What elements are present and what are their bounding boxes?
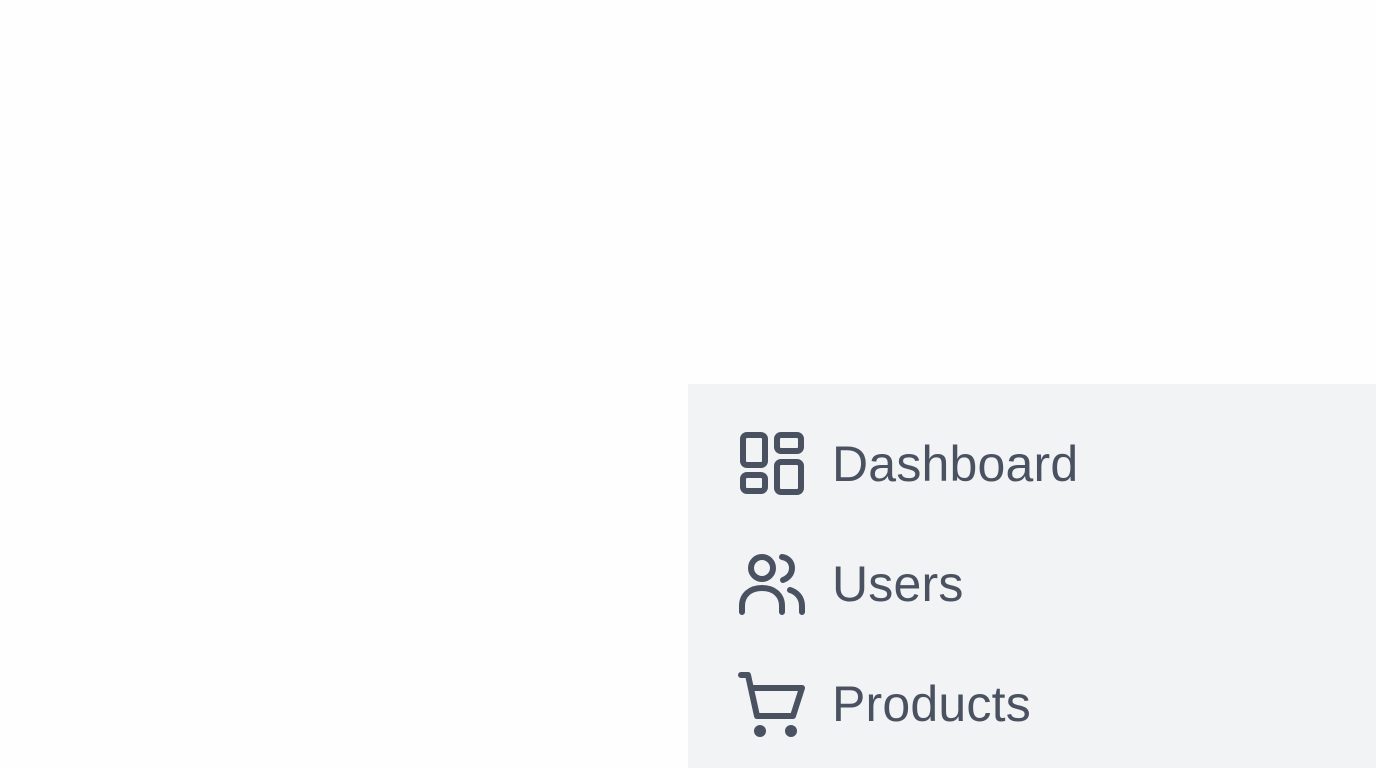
page: Dashboard Users Products [0, 0, 1376, 768]
users-icon [738, 550, 806, 618]
shopping-cart-icon [738, 670, 806, 738]
sidebar-item-users[interactable]: Users [738, 554, 1376, 615]
sidebar-item-label: Dashboard [832, 436, 1079, 492]
sidebar-item-label: Users [832, 556, 964, 612]
sidebar-nav: Dashboard Users Products [688, 384, 1376, 768]
sidebar-item-label: Products [832, 676, 1031, 732]
sidebar-item-products[interactable]: Products [738, 672, 1376, 737]
dashboard-icon [738, 430, 806, 498]
sidebar-item-dashboard[interactable]: Dashboard [738, 432, 1376, 495]
